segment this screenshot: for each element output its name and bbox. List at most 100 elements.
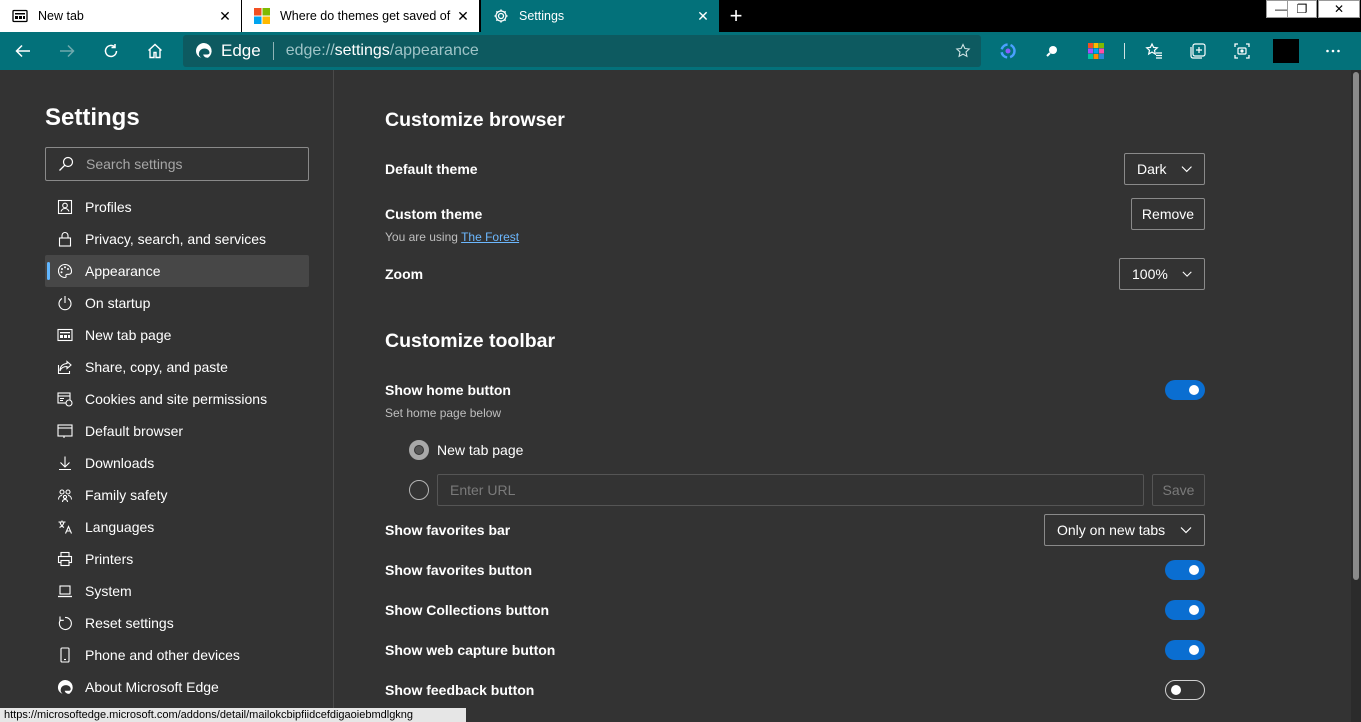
home-button[interactable] <box>143 39 167 63</box>
laptop-icon <box>56 582 74 600</box>
show-home-button-toggle[interactable] <box>1165 380 1205 400</box>
newtab-icon <box>56 326 74 344</box>
sidebar-item-label: Printers <box>85 551 134 567</box>
sidebar-item-label: On startup <box>85 295 151 311</box>
appearance-settings-panel: Customize browser Default theme Dark Cus… <box>335 70 1351 722</box>
restore-icon[interactable]: ❐ <box>1287 0 1317 18</box>
family-icon <box>56 486 74 504</box>
sidebar-item-label: New tab page <box>85 327 172 343</box>
edge-label: Edge <box>221 41 261 60</box>
extension-button-2[interactable] <box>1040 39 1064 63</box>
close-window-icon[interactable]: ✕ <box>1318 0 1360 18</box>
sidebar-item-appearance[interactable]: Appearance <box>45 255 309 287</box>
search-settings-input[interactable] <box>86 156 296 172</box>
tab-title: New tab <box>38 9 84 23</box>
new-tab-button[interactable]: + <box>724 4 748 28</box>
share-icon <box>56 358 74 376</box>
close-icon[interactable]: ✕ <box>693 6 713 26</box>
star-plus-icon <box>955 43 971 58</box>
sidebar-item-cookies[interactable]: Cookies and site permissions <box>45 383 309 415</box>
home-url-input[interactable] <box>438 475 1143 505</box>
add-favorite-button[interactable] <box>951 39 975 63</box>
radio-new-tab-page[interactable] <box>409 440 429 460</box>
sidebar-item-default-browser[interactable]: Default browser <box>45 415 309 447</box>
sidebar-item-label: Appearance <box>85 263 161 279</box>
show-feedback-button-toggle[interactable] <box>1165 680 1205 700</box>
power-icon <box>56 294 74 312</box>
custom-theme-sub: You are using The Forest <box>385 230 519 244</box>
lock-icon <box>56 230 74 248</box>
remove-theme-button[interactable]: Remove <box>1131 198 1205 230</box>
gear-icon <box>494 9 508 23</box>
show-home-button-label: Show home button <box>385 382 511 398</box>
more-menu-button[interactable] <box>1321 39 1345 63</box>
show-home-button-sub: Set home page below <box>385 406 502 420</box>
sidebar-item-label: Profiles <box>85 199 132 215</box>
sidebar-item-downloads[interactable]: Downloads <box>45 447 309 479</box>
web-capture-button[interactable] <box>1230 39 1254 63</box>
extension-button-3[interactable] <box>1084 39 1108 63</box>
scrollbar-thumb[interactable] <box>1353 72 1359 580</box>
close-icon[interactable]: ✕ <box>453 6 473 26</box>
tab-new-tab[interactable]: New tab ✕ <box>0 0 241 32</box>
custom-theme-sub-text: You are using <box>385 230 458 244</box>
sidebar-item-about-edge[interactable]: About Microsoft Edge <box>45 671 309 703</box>
chevron-down-icon <box>1181 166 1192 173</box>
web-capture-icon <box>1234 43 1250 59</box>
ellipsis-icon <box>1326 49 1340 53</box>
default-theme-value: Dark <box>1137 161 1167 177</box>
refresh-button[interactable] <box>99 39 123 63</box>
url-text[interactable]: edge://settings/appearance <box>286 42 951 60</box>
sidebar-item-system[interactable]: System <box>45 575 309 607</box>
radio-custom-url[interactable] <box>409 480 429 500</box>
address-bar[interactable]: Edge edge://settings/appearance <box>183 35 981 67</box>
favorites-button[interactable] <box>1142 39 1166 63</box>
sidebar-item-reset-settings[interactable]: Reset settings <box>45 607 309 639</box>
cookies-icon <box>56 390 74 408</box>
download-icon <box>56 454 74 472</box>
settings-sidebar: Settings Profiles Privacy, search, and s… <box>0 70 334 722</box>
sidebar-item-on-startup[interactable]: On startup <box>45 287 309 319</box>
collections-button[interactable] <box>1186 39 1210 63</box>
sidebar-item-phone-devices[interactable]: Phone and other devices <box>45 639 309 671</box>
custom-theme-link[interactable]: The Forest <box>461 230 519 244</box>
save-url-button[interactable]: Save <box>1152 474 1205 506</box>
sidebar-item-new-tab-page[interactable]: New tab page <box>45 319 309 351</box>
radio-new-tab-page-label: New tab page <box>437 442 524 458</box>
sidebar-item-profiles[interactable]: Profiles <box>45 191 309 223</box>
browser-icon <box>56 422 74 440</box>
sidebar-item-label: System <box>85 583 132 599</box>
url-host: settings <box>334 42 390 59</box>
profile-avatar[interactable] <box>1273 39 1299 63</box>
home-url-field[interactable] <box>437 474 1144 506</box>
default-theme-dropdown[interactable]: Dark <box>1124 153 1205 185</box>
close-icon[interactable]: ✕ <box>215 6 235 26</box>
sidebar-item-languages[interactable]: Languages <box>45 511 309 543</box>
section-title-customize-toolbar: Customize toolbar <box>385 330 556 352</box>
phone-icon <box>56 646 74 664</box>
sidebar-item-label: Downloads <box>85 455 155 471</box>
palette-icon <box>56 262 74 280</box>
show-web-capture-button-toggle[interactable] <box>1165 640 1205 660</box>
zoom-dropdown[interactable]: 100% <box>1119 258 1205 290</box>
show-collections-button-toggle[interactable] <box>1165 600 1205 620</box>
chevron-down-icon <box>1182 271 1192 277</box>
sidebar-item-label: Share, copy, and paste <box>85 359 228 375</box>
show-favorites-button-label: Show favorites button <box>385 562 532 578</box>
sidebar-item-share-copy-paste[interactable]: Share, copy, and paste <box>45 351 309 383</box>
back-button[interactable] <box>11 39 35 63</box>
edge-logo-icon <box>196 43 212 58</box>
printer-icon <box>56 550 74 568</box>
sidebar-item-privacy[interactable]: Privacy, search, and services <box>45 223 309 255</box>
search-settings-box[interactable] <box>45 147 309 181</box>
extension-button-1[interactable] <box>996 39 1020 63</box>
tab-settings[interactable]: Settings ✕ <box>481 0 719 32</box>
page-scrollbar[interactable] <box>1351 70 1361 722</box>
forward-button[interactable] <box>55 39 79 63</box>
favorites-bar-dropdown[interactable]: Only on new tabs <box>1044 514 1205 546</box>
profile-icon <box>56 198 74 216</box>
tab-where-do-themes[interactable]: Where do themes get saved of M ✕ <box>242 0 479 32</box>
sidebar-item-family-safety[interactable]: Family safety <box>45 479 309 511</box>
sidebar-item-printers[interactable]: Printers <box>45 543 309 575</box>
show-favorites-button-toggle[interactable] <box>1165 560 1205 580</box>
